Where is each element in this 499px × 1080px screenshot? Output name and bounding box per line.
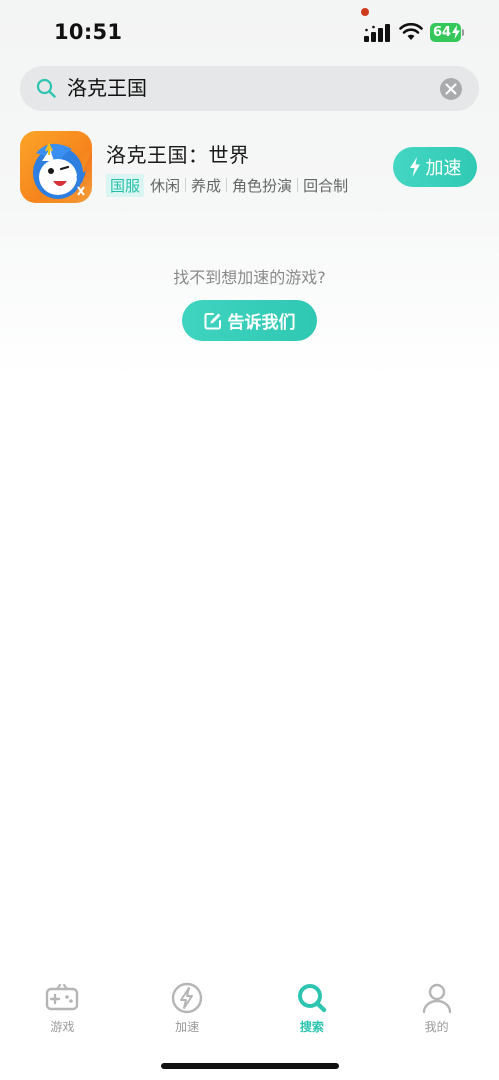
tag-divider [297, 178, 299, 192]
tab-games[interactable]: 游戏 [0, 975, 125, 1045]
tab-profile[interactable]: 我的 [374, 975, 499, 1045]
edit-icon [204, 312, 221, 329]
game-title[interactable]: 洛克王国：世界 [106, 139, 250, 168]
search-bar[interactable]: 洛克王国 [20, 66, 479, 111]
status-bar: 10:51 64 [0, 0, 499, 60]
game-app-icon[interactable] [20, 131, 92, 203]
tab-games-label: 游戏 [50, 1020, 75, 1034]
genre-tag: 养成 [191, 176, 222, 195]
tab-accelerate-label: 加速 [175, 1020, 200, 1034]
tell-us-label: 告诉我们 [227, 313, 296, 333]
genre-tag: 休闲 [150, 176, 181, 195]
lightning-icon [409, 157, 420, 177]
game-tags: 国服 休闲 养成 角色扮演 回合制 [106, 173, 349, 197]
tag-divider [226, 178, 228, 192]
tag-divider [185, 178, 187, 192]
cellular-signal-icon [364, 24, 390, 42]
region-tag: 国服 [106, 173, 145, 197]
tell-us-button[interactable]: 告诉我们 [182, 300, 317, 341]
battery-icon: 64 [430, 23, 464, 42]
lightning-circle-icon [171, 982, 203, 1014]
home-indicator[interactable] [161, 1063, 339, 1069]
tab-search-label: 搜索 [299, 1020, 324, 1034]
accelerate-button-label: 加速 [425, 158, 462, 179]
tab-search[interactable]: 搜索 [250, 975, 375, 1045]
tab-accelerate[interactable]: 加速 [125, 975, 250, 1045]
person-icon [422, 983, 451, 1014]
recording-indicator-icon [361, 8, 369, 16]
clear-search-button[interactable] [440, 78, 462, 100]
genre-tag: 角色扮演 [232, 176, 293, 195]
tab-profile-label: 我的 [424, 1020, 449, 1034]
search-icon [297, 984, 327, 1013]
accelerate-button[interactable]: 加速 [393, 147, 477, 187]
genre-tag: 回合制 [303, 176, 349, 195]
status-time: 10:51 [54, 20, 123, 44]
not-found-prompt: 找不到想加速的游戏? [173, 268, 326, 287]
wifi-icon [399, 23, 423, 40]
search-page: 10:51 64 洛克王国 洛克王国：世界 国服 休闲 养成 角色扮演 回合制 … [0, 0, 499, 1080]
bottom-tab-bar: 游戏 加速 搜索 我的 [0, 975, 499, 1045]
search-result-item[interactable]: 洛克王国：世界 国服 休闲 养成 角色扮演 回合制 加速 [20, 131, 479, 205]
charging-bolt-icon [452, 25, 460, 39]
battery-level: 64 [433, 25, 452, 40]
close-icon [445, 83, 457, 95]
search-input[interactable]: 洛克王国 [67, 74, 147, 102]
gamepad-icon [46, 983, 79, 1011]
search-icon [36, 78, 56, 98]
